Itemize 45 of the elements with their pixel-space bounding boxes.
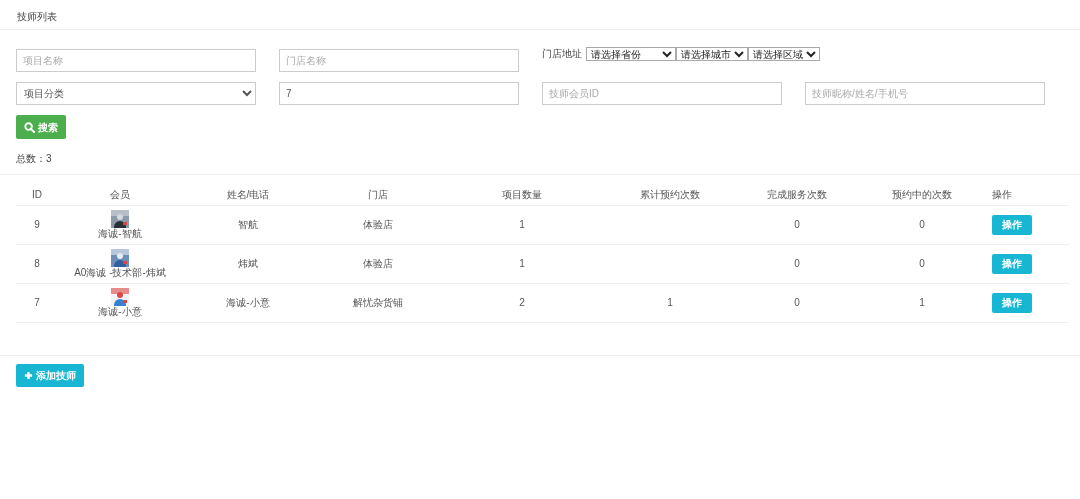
city-select[interactable]: 请选择城市 — [676, 46, 748, 61]
table-cell: 8 — [34, 257, 40, 269]
table-cell: 1 — [519, 218, 525, 230]
column-header: 操作 — [992, 189, 1012, 201]
member-name: 海诚-小意 — [98, 305, 142, 317]
table-cell: 海诚-小意 — [226, 296, 270, 308]
table-cell: 9 — [34, 218, 40, 230]
table-cell: 0 — [919, 257, 925, 269]
member-id-field[interactable]: 技师会员ID — [542, 82, 782, 105]
table-cell: 1 — [519, 257, 525, 269]
search-icon — [24, 121, 35, 133]
province-select[interactable]: 请选择省份 — [586, 46, 676, 61]
table-cell: 2 — [519, 296, 525, 308]
nickname-field[interactable]: 技师昵称/姓名/手机号 — [805, 82, 1045, 105]
panel-title: 技师列表 — [0, 0, 1080, 30]
column-header: 完成服务次数 — [767, 189, 827, 201]
table-cell: 1 — [667, 296, 673, 308]
table-cell: 1 — [919, 296, 925, 308]
member-name: 海诚-智航 — [98, 227, 142, 239]
store-address-label: 门店地址 — [542, 47, 582, 61]
member-name: A0海诚 -技术部-炜斌 — [74, 266, 166, 278]
column-header: 项目数量 — [502, 189, 542, 201]
column-header: 姓名/电话 — [226, 189, 270, 201]
table-cell: 炜斌 — [238, 257, 258, 269]
column-header: ID — [32, 189, 42, 201]
table-cell: 7 — [34, 296, 40, 308]
table-cell: 0 — [794, 218, 800, 230]
category-select[interactable]: 项目分类 — [16, 82, 256, 105]
plus-icon — [24, 370, 33, 380]
store-name-field[interactable]: 门店名称 — [279, 49, 519, 72]
keyword-field[interactable]: 7 — [279, 82, 519, 105]
column-header: 预约中的次数 — [892, 189, 952, 201]
table-cell: 智航 — [238, 218, 258, 230]
column-header: 会员 — [110, 189, 130, 201]
column-header: 门店 — [368, 189, 388, 201]
table-cell: 0 — [794, 296, 800, 308]
table-cell: 体验店 — [363, 218, 393, 230]
district-select[interactable]: 请选择区域 — [748, 46, 820, 61]
table-cell: 0 — [794, 257, 800, 269]
table-cell: 解忧杂货铺 — [353, 296, 403, 308]
project-name-field[interactable]: 项目名称 — [16, 49, 256, 72]
total-count: 总数：3 — [0, 139, 1080, 175]
table-cell: 体验店 — [363, 257, 393, 269]
table-cell: 0 — [919, 218, 925, 230]
column-header: 累计预约次数 — [640, 189, 700, 201]
